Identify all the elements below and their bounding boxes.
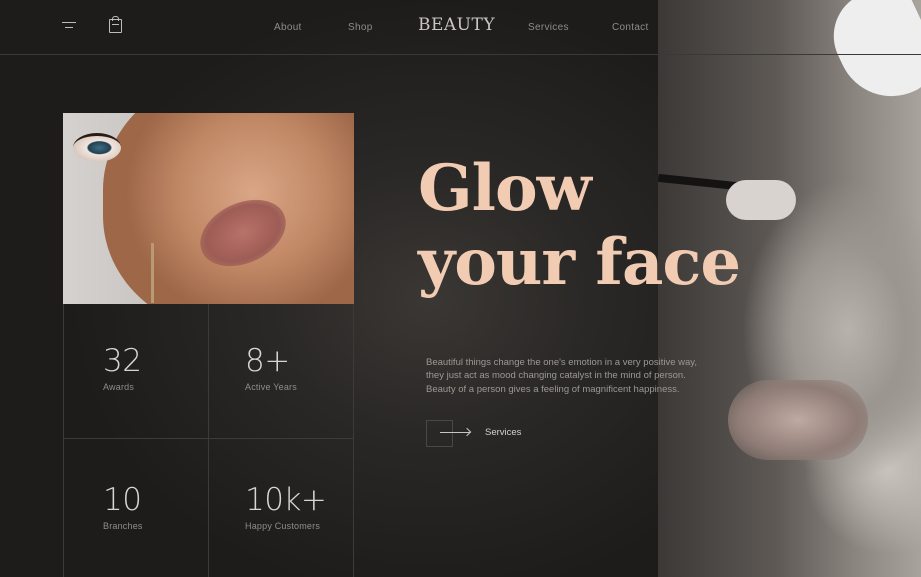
arrow-right-icon bbox=[440, 432, 470, 433]
stat-awards: 32 Awards bbox=[103, 343, 142, 392]
hamburger-menu-icon[interactable] bbox=[62, 22, 76, 32]
landing-page: About Shop BEAUTY Services Contact 32 Aw… bbox=[0, 0, 921, 577]
hero-title-line-1: Glow bbox=[418, 151, 592, 226]
cta-box bbox=[426, 420, 453, 447]
nav-link-contact[interactable]: Contact bbox=[612, 22, 649, 33]
nav-link-shop[interactable]: Shop bbox=[348, 22, 373, 33]
hero-description: Beautiful things change the one's emotio… bbox=[426, 356, 697, 395]
stat-branches: 10 Branches bbox=[103, 483, 143, 531]
photo-lips-shape bbox=[728, 380, 868, 460]
brand-logo[interactable]: BEAUTY bbox=[418, 15, 495, 35]
top-navigation: About Shop BEAUTY Services Contact bbox=[0, 0, 921, 55]
portrait-eye-shape bbox=[73, 133, 121, 162]
stat-label: Awards bbox=[103, 382, 135, 392]
stat-value: 10k+ bbox=[245, 482, 327, 518]
portrait-earring-shape bbox=[151, 243, 154, 303]
grid-divider-horizontal bbox=[63, 438, 354, 439]
hero-title: Glow your face bbox=[418, 151, 741, 300]
stat-label: Active Years bbox=[245, 382, 297, 392]
portrait-image bbox=[63, 113, 354, 304]
hero-title-line-2: your face bbox=[418, 225, 741, 300]
shopping-bag-icon[interactable] bbox=[109, 16, 122, 33]
stats-grid: 32 Awards 8+ Active Years 10 Branches 10… bbox=[63, 304, 354, 577]
cta-label: Services bbox=[485, 427, 522, 438]
stat-label: Branches bbox=[103, 521, 143, 531]
stat-label: Happy Customers bbox=[245, 521, 321, 531]
grid-divider-vertical bbox=[208, 304, 209, 577]
nav-link-services[interactable]: Services bbox=[528, 22, 569, 33]
stat-value: 10 bbox=[103, 482, 142, 518]
stat-happy-customers: 10k+ Happy Customers bbox=[245, 482, 327, 531]
services-cta-button[interactable]: Services bbox=[426, 420, 546, 447]
stat-value: 32 bbox=[103, 343, 142, 379]
stat-active-years: 8+ Active Years bbox=[245, 344, 297, 392]
nav-link-about[interactable]: About bbox=[274, 22, 302, 33]
stat-value: 8+ bbox=[245, 343, 290, 379]
